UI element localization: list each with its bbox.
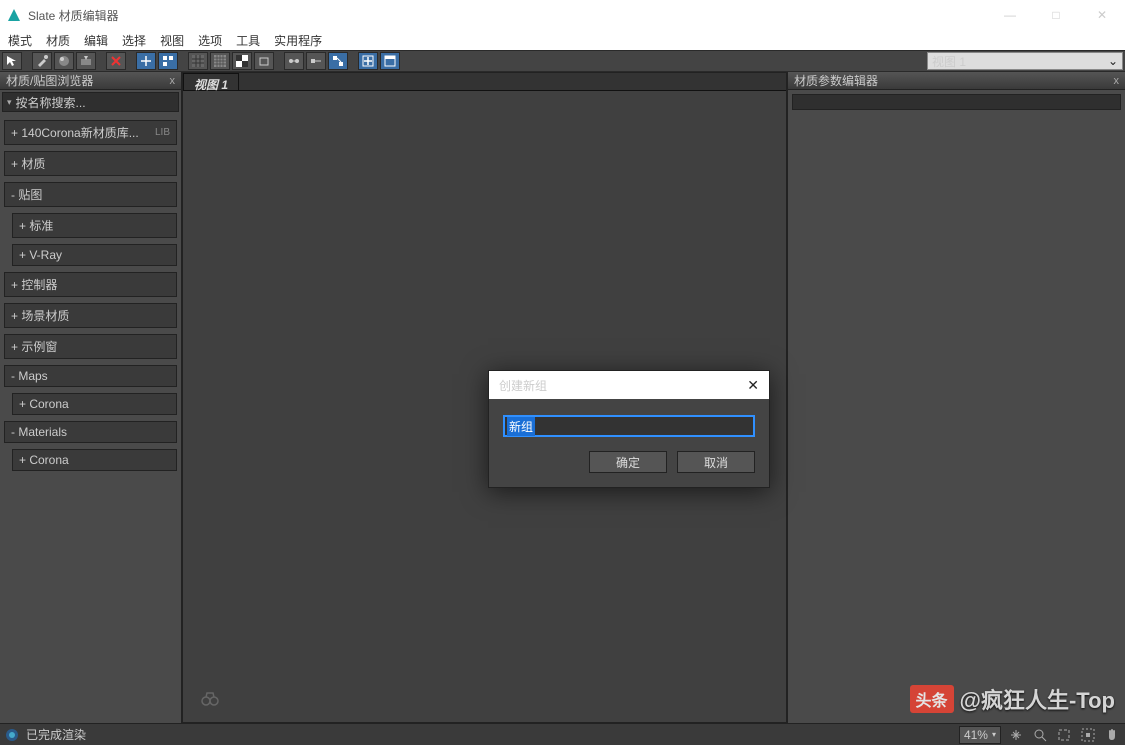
tool-grid2-icon[interactable]	[210, 52, 230, 70]
tool-picker-icon[interactable]	[32, 52, 52, 70]
tree-item[interactable]: + Corona	[12, 449, 177, 471]
view-selector-label: 视图 1	[932, 53, 966, 70]
menu-options[interactable]: 选项	[198, 32, 222, 49]
material-tree: + 140Corona新材质库...LIB + 材质 - 贴图 + 标准 + V…	[0, 114, 181, 473]
parameter-name-field[interactable]	[792, 94, 1121, 110]
tree-item[interactable]: + 控制器	[4, 272, 177, 297]
tool-connect2-icon[interactable]	[306, 52, 326, 70]
tool-window-icon[interactable]	[380, 52, 400, 70]
tool-grid1-icon[interactable]	[188, 52, 208, 70]
binoculars-icon[interactable]	[201, 692, 219, 706]
app-body: 视图 1 ⌄ 材质/贴图浏览器 x 按名称搜索... + 140Corona新材…	[0, 50, 1125, 745]
right-panel-title: 材质参数编辑器	[794, 72, 878, 89]
app-logo-icon	[6, 7, 22, 23]
tree-item[interactable]: - Materials	[4, 421, 177, 443]
window-titlebar: Slate 材质编辑器 — □ ✕	[0, 0, 1125, 30]
create-group-dialog: 创建新组 ✕ 新组 确定 取消	[488, 370, 770, 488]
parameter-editor-panel: 材质参数编辑器 x	[787, 72, 1125, 723]
hand-icon[interactable]	[1103, 726, 1121, 744]
tree-item[interactable]: + 标准	[12, 213, 177, 238]
toolbar: 视图 1 ⌄	[0, 50, 1125, 72]
status-text: 已完成渲染	[26, 726, 86, 743]
maximize-button[interactable]: □	[1033, 0, 1079, 30]
right-panel-header: 材质参数编辑器 x	[788, 72, 1125, 90]
left-panel-header: 材质/贴图浏览器 x	[0, 72, 181, 90]
menu-tools[interactable]: 工具	[236, 32, 260, 49]
view-tab-strip	[183, 73, 786, 91]
view-selector[interactable]: 视图 1 ⌄	[927, 52, 1123, 70]
view-tab[interactable]: 视图 1	[183, 73, 239, 91]
tool-layout-icon[interactable]	[158, 52, 178, 70]
tree-item[interactable]: + 示例窗	[4, 334, 177, 359]
left-panel-close-icon[interactable]: x	[170, 75, 176, 87]
pan-icon[interactable]	[1007, 726, 1025, 744]
tree-item[interactable]: + V-Ray	[12, 244, 177, 266]
menu-select[interactable]: 选择	[122, 32, 146, 49]
menu-view[interactable]: 视图	[160, 32, 184, 49]
menu-material[interactable]: 材质	[46, 32, 70, 49]
tree-item[interactable]: + Corona	[12, 393, 177, 415]
main-area: 材质/贴图浏览器 x 按名称搜索... + 140Corona新材质库...LI…	[0, 72, 1125, 723]
zoom-icon[interactable]	[1031, 726, 1049, 744]
tree-item[interactable]: + 140Corona新材质库...LIB	[4, 120, 177, 145]
tree-item[interactable]: - Maps	[4, 365, 177, 387]
node-canvas[interactable]: 视图 1 创建新组 ✕ 新组 确定 取消	[182, 72, 787, 723]
dialog-titlebar: 创建新组 ✕	[489, 371, 769, 399]
menu-edit[interactable]: 编辑	[84, 32, 108, 49]
dropdown-icon: ⌄	[1108, 54, 1118, 68]
close-button[interactable]: ✕	[1079, 0, 1125, 30]
menu-bar: 模式 材质 编辑 选择 视图 选项 工具 实用程序	[0, 30, 1125, 50]
search-placeholder: 按名称搜索...	[16, 94, 86, 111]
tree-item[interactable]: + 场景材质	[4, 303, 177, 328]
tool-checker-icon[interactable]	[232, 52, 252, 70]
dialog-title: 创建新组	[499, 377, 547, 394]
tool-apply-icon[interactable]	[76, 52, 96, 70]
tree-item[interactable]: - 贴图	[4, 182, 177, 207]
cancel-button[interactable]: 取消	[677, 451, 755, 473]
ok-button[interactable]: 确定	[589, 451, 667, 473]
tool-arrow-icon[interactable]	[2, 52, 22, 70]
tree-item[interactable]: + 材质	[4, 151, 177, 176]
frame-all-icon[interactable]	[1079, 726, 1097, 744]
dialog-close-icon[interactable]: ✕	[747, 377, 759, 394]
tool-connect3-icon[interactable]	[328, 52, 348, 70]
menu-mode[interactable]: 模式	[8, 32, 32, 49]
frame-icon[interactable]	[1055, 726, 1073, 744]
right-panel-close-icon[interactable]: x	[1114, 75, 1120, 87]
tool-sphere-icon[interactable]	[54, 52, 74, 70]
window-title: Slate 材质编辑器	[28, 7, 987, 24]
zoom-level[interactable]: 41%▾	[959, 726, 1001, 744]
material-browser-panel: 材质/贴图浏览器 x 按名称搜索... + 140Corona新材质库...LI…	[0, 72, 182, 723]
tool-delete-icon[interactable]	[106, 52, 126, 70]
tool-move-icon[interactable]	[136, 52, 156, 70]
menu-utility[interactable]: 实用程序	[274, 32, 322, 49]
status-bar: 已完成渲染 41%▾	[0, 723, 1125, 745]
group-name-value: 新组	[507, 417, 535, 436]
tool-connect1-icon[interactable]	[284, 52, 304, 70]
tool-expand-icon[interactable]	[358, 52, 378, 70]
group-name-input[interactable]: 新组	[503, 415, 755, 437]
left-panel-title: 材质/贴图浏览器	[6, 72, 93, 89]
render-status-icon	[4, 727, 20, 743]
search-input[interactable]: 按名称搜索...	[2, 92, 179, 112]
tool-box-icon[interactable]	[254, 52, 274, 70]
minimize-button[interactable]: —	[987, 0, 1033, 30]
